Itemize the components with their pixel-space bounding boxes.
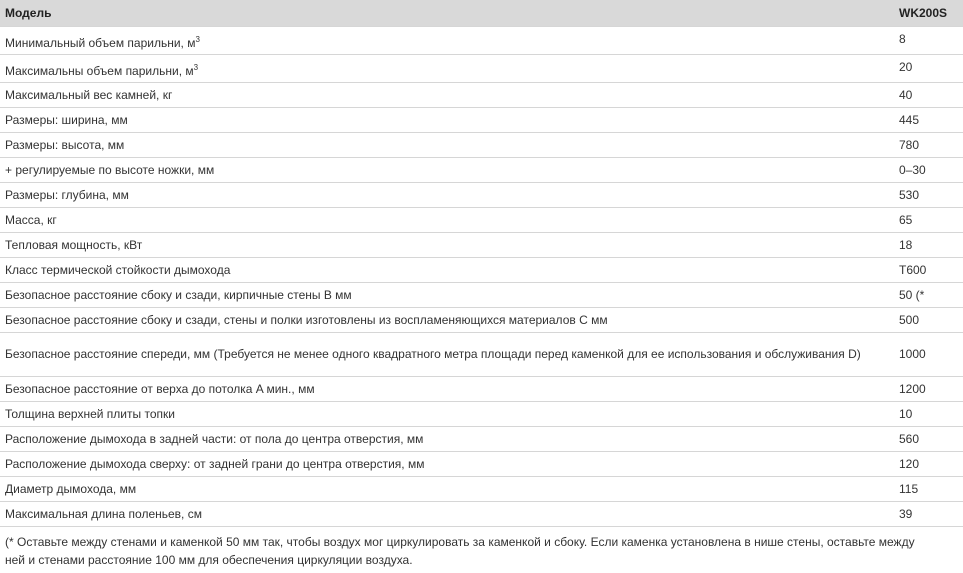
row-label: Масса, кг (0, 207, 897, 233)
table-row: Минимальный объем парильни, м3 8 (0, 26, 963, 55)
row-value: 445 (897, 107, 963, 133)
table-row: Размеры: ширина, мм 445 (0, 107, 963, 133)
row-value: 0–30 (897, 157, 963, 183)
table-row: Размеры: глубина, мм 530 (0, 182, 963, 208)
row-value: 560 (897, 426, 963, 452)
row-label: Размеры: высота, мм (0, 132, 897, 158)
row-label: Безопасное расстояние сбоку и сзади, сте… (0, 307, 897, 333)
row-value: 120 (897, 451, 963, 477)
row-label: + регулируемые по высоте ножки, мм (0, 157, 897, 183)
row-value: 20 (897, 54, 963, 83)
table-row: Масса, кг 65 (0, 207, 963, 233)
footnote: (* Оставьте между стенами и каменкой 50 … (5, 535, 915, 567)
row-value: 65 (897, 207, 963, 233)
table-row: Безопасное расстояние спереди, мм (Требу… (0, 332, 963, 377)
row-label: Безопасное расстояние сбоку и сзади, кир… (0, 282, 897, 308)
table-row: Толщина верхней плиты топки 10 (0, 401, 963, 427)
table-row: Класс термической стойкости дымохода T60… (0, 257, 963, 283)
row-label: Максимальны объем парильни, м3 (0, 54, 897, 83)
table-row: Тепловая мощность, кВт 18 (0, 232, 963, 258)
specifications-table: Модель WK200S Минимальный объем парильни… (0, 0, 963, 527)
table-row: Диаметр дымохода, мм 115 (0, 476, 963, 502)
superscript: 3 (193, 63, 199, 72)
table-row: Безопасное расстояние от верха до потолк… (0, 376, 963, 402)
superscript: 3 (195, 35, 200, 44)
table-row: + регулируемые по высоте ножки, мм 0–30 (0, 157, 963, 183)
table-header-row: Модель WK200S (0, 0, 963, 27)
table-row: Расположение дымохода в задней части: от… (0, 426, 963, 452)
table-row: Безопасное расстояние сбоку и сзади, кир… (0, 282, 963, 308)
row-value: 115 (897, 476, 963, 502)
row-value: 39 (897, 501, 963, 527)
row-value: 50 (* (897, 282, 963, 308)
row-label: Расположение дымохода сверху: от задней … (0, 451, 897, 477)
row-value: 18 (897, 232, 963, 258)
row-label: Диаметр дымохода, мм (0, 476, 897, 502)
table-row: Максимальная длина поленьев, см 39 (0, 501, 963, 527)
table-row: Расположение дымохода сверху: от задней … (0, 451, 963, 477)
row-value: 8 (897, 26, 963, 55)
row-label: Размеры: глубина, мм (0, 182, 897, 208)
row-value: 40 (897, 82, 963, 108)
row-label: Расположение дымохода в задней части: от… (0, 426, 897, 452)
row-label: Минимальный объем парильни, м3 (0, 26, 897, 55)
header-param-label: Модель (0, 0, 897, 27)
table-row: Безопасное расстояние сбоку и сзади, сте… (0, 307, 963, 333)
row-value: 780 (897, 132, 963, 158)
table-row: Максимальный вес камней, кг 40 (0, 82, 963, 108)
row-label: Размеры: ширина, мм (0, 107, 897, 133)
row-value: T600 (897, 257, 963, 283)
row-label: Безопасное расстояние от верха до потолк… (0, 376, 897, 402)
row-label: Максимальный вес камней, кг (0, 82, 897, 108)
row-value: 500 (897, 307, 963, 333)
table-row: Максимальны объем парильни, м3 20 (0, 54, 963, 83)
row-label: Безопасное расстояние спереди, мм (Требу… (0, 332, 897, 377)
row-value: 1000 (897, 332, 963, 377)
header-model-name: WK200S (897, 0, 963, 27)
row-value: 1200 (897, 376, 963, 402)
row-label: Максимальная длина поленьев, см (0, 501, 897, 527)
table-row: Размеры: высота, мм 780 (0, 132, 963, 158)
row-label: Тепловая мощность, кВт (0, 232, 897, 258)
row-label: Класс термической стойкости дымохода (0, 257, 897, 283)
row-value: 530 (897, 182, 963, 208)
row-label: Толщина верхней плиты топки (0, 401, 897, 427)
row-value: 10 (897, 401, 963, 427)
